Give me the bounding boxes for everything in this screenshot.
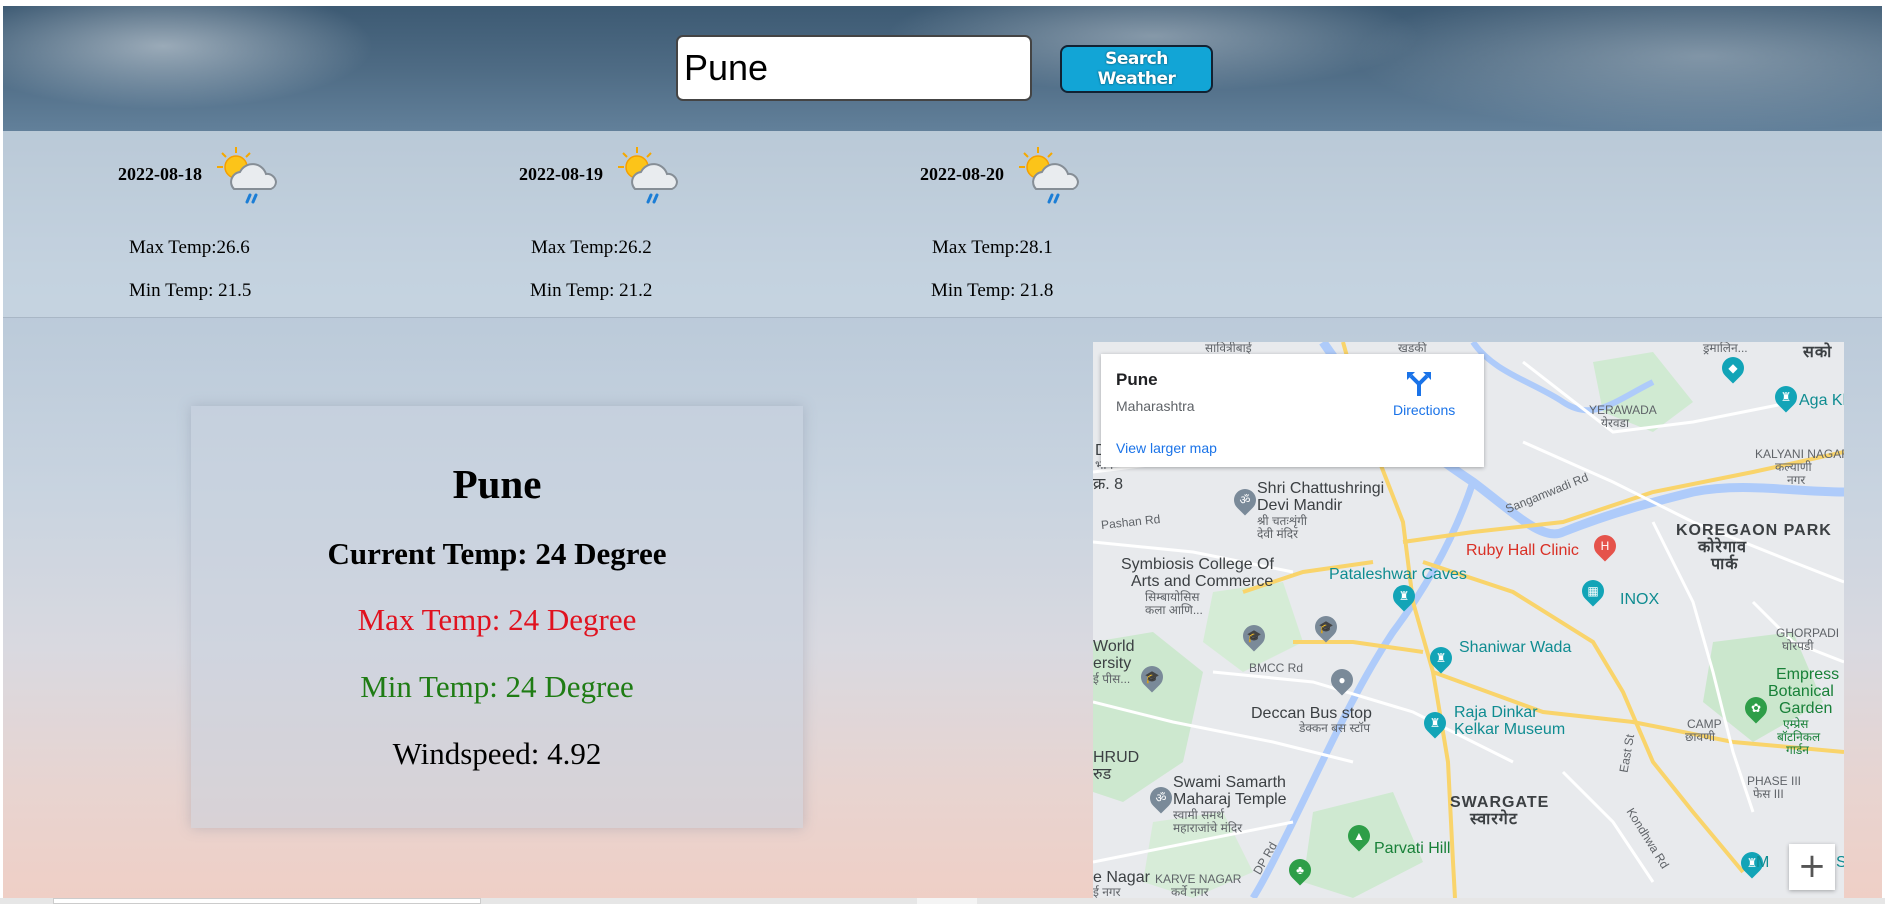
map-label: घोरपडी [1782,639,1814,653]
search-weather-button[interactable]: Search Weather [1060,45,1213,93]
map-label: Parvati Hill [1374,840,1451,857]
forecast-date: 2022-08-18 [118,164,202,184]
map-label: पार्क [1711,556,1739,573]
map-label: e Nagar [1093,869,1150,886]
map-label: ई पीस... [1093,672,1131,686]
map-label: Ruby Hall Clinic [1466,542,1579,559]
park-pin-icon[interactable]: ▲ [1343,820,1375,852]
landmark-pin-icon[interactable]: ♜ [1425,642,1457,674]
forecast-max-temp: Max Temp:26.6 [129,237,250,258]
forecast-strip: 2022-08-18 Max Temp:26.6 Min Temp: 21.5 … [3,131,1882,318]
map-label: रुड [1093,766,1112,783]
landmark-pin-icon[interactable]: ♜ [1388,580,1420,612]
max-temp: Max Temp: 24 Degree [357,602,637,637]
forecast-max-temp: Max Temp:26.2 [531,237,652,258]
landmark-pin-icon[interactable]: ♜ [1770,381,1802,413]
directions-link[interactable]: Directions [1393,402,1455,418]
forecast-day: 2022-08-18 Max Temp:26.6 Min Temp: 21.5 [99,131,359,317]
map-label: Empress [1776,666,1840,683]
map-label: Devi Mandir [1257,497,1343,514]
forecast-min-temp: Min Temp: 21.8 [931,280,1054,301]
map-label: Arts and Commerce [1131,573,1274,590]
forecast-max-temp: Max Temp:28.1 [932,237,1053,258]
place-subtitle: Maharashtra [1116,398,1195,414]
forecast-min-temp: Min Temp: 21.5 [129,280,252,301]
map-label: S [1836,854,1844,871]
map-label: देवी मंदिर [1257,527,1299,541]
map-label: Swami Samarth [1173,774,1286,791]
forecast-date: 2022-08-20 [920,164,1004,184]
scrollbar-thumb[interactable] [53,898,481,904]
current-weather-card: Pune Current Temp: 24 Degree Max Temp: 2… [191,406,803,828]
directions-icon[interactable] [1404,368,1434,398]
map-label: ई नगर [1093,885,1121,899]
map-label: Pataleshwar Caves [1329,566,1467,583]
windspeed: Windspeed: 4.92 [392,736,602,771]
map-label: कर्वे नगर [1171,885,1209,899]
map-label: SWARGATE [1450,794,1550,811]
temple-pin-icon[interactable]: ॐ [1145,782,1177,814]
partly-cloudy-rain-icon [618,147,679,204]
map-label: महाराजांचे मंदिर [1173,821,1243,835]
map-label: Botanical [1768,683,1834,700]
garden-pin-icon[interactable]: ✿ [1740,692,1772,724]
map-label: M [1756,854,1770,871]
museum-pin-icon[interactable]: ♜ [1419,707,1451,739]
map-label: Shri Chattushringi [1257,480,1385,497]
map-label: Kelkar Museum [1454,721,1566,738]
min-temp: Min Temp: 24 Degree [360,669,634,704]
forecast-date: 2022-08-19 [519,164,603,184]
place-info-card: Pune Maharashtra View larger map Directi… [1101,354,1484,467]
current-temp: Current Temp: 24 Degree [327,536,667,571]
temple-pin-icon[interactable]: ॐ [1229,484,1261,516]
map-label: Deccan Bus stop [1251,705,1372,722]
scrollbar-thumb[interactable] [917,898,977,904]
partly-cloudy-rain-icon [217,147,278,204]
hospital-pin-icon[interactable]: H [1589,530,1621,562]
map-label: फेस III [1753,787,1784,801]
landmark-pin-icon[interactable]: ◆ [1717,352,1749,384]
cinema-pin-icon[interactable]: ▦ [1577,575,1609,607]
map-label: कला आणि... [1145,603,1203,617]
map-label: KOREGAON PARK [1676,522,1832,539]
map-label: HRUD [1093,749,1140,766]
map-label: क्र. 8 [1093,476,1124,493]
map-label: येरवडा [1601,416,1630,430]
map-label: कोरेगाव [1698,539,1748,556]
school-pin-icon[interactable]: 🎓 [1310,611,1342,643]
map-label: ड्रमालिन... [1703,342,1748,355]
map-label: सको [1803,344,1833,361]
forecast-day: 2022-08-20 Max Temp:28.1 Min Temp: 21.8 [901,131,1161,317]
map-label: नगर [1787,473,1806,487]
forecast-day: 2022-08-19 Max Temp:26.2 Min Temp: 21.2 [500,131,760,317]
city-name: Pune [452,461,542,507]
map-label: Aga Kh [1799,392,1844,409]
map-label: Shaniwar Wada [1459,639,1572,656]
school-pin-icon[interactable]: 🎓 [1238,620,1270,652]
partly-cloudy-rain-icon [1019,147,1080,204]
map-label: Maharaj Temple [1173,791,1287,808]
school-pin-icon[interactable]: 🎓 [1136,661,1168,693]
map-label: World [1093,638,1135,655]
zoom-in-button[interactable]: + [1789,844,1835,890]
map-label: स्वारगेट [1470,811,1518,828]
map-label: गार्डन [1786,743,1809,757]
map-label: Symbiosis College Of [1121,556,1274,573]
google-map[interactable]: ॐ ♜ 🎓 🎓 🎓 ♜ ● ♜ H ▦ ॐ ▲ ♣ ✿ ◆ ♜ ♜ सावित्… [1093,342,1844,898]
park-pin-icon[interactable]: ♣ [1284,854,1316,886]
map-label: Raja Dinkar [1454,704,1538,721]
map-label: Garden [1779,700,1833,717]
forecast-min-temp: Min Temp: 21.2 [530,280,653,301]
map-label: INOX [1620,591,1660,608]
city-search-input[interactable] [676,35,1032,101]
view-larger-map-link[interactable]: View larger map [1116,440,1217,456]
map-label: ersity [1093,655,1132,672]
map-label: BMCC Rd [1249,661,1304,675]
place-title: Pune [1116,370,1158,389]
page-background: Search Weather 2022-08-18 Max Temp:26.6 … [3,6,1882,898]
location-pin-icon[interactable]: ● [1326,664,1358,696]
map-label: डेक्कन बस स्टॉप [1299,721,1371,735]
map-label: छावणी [1685,730,1715,744]
